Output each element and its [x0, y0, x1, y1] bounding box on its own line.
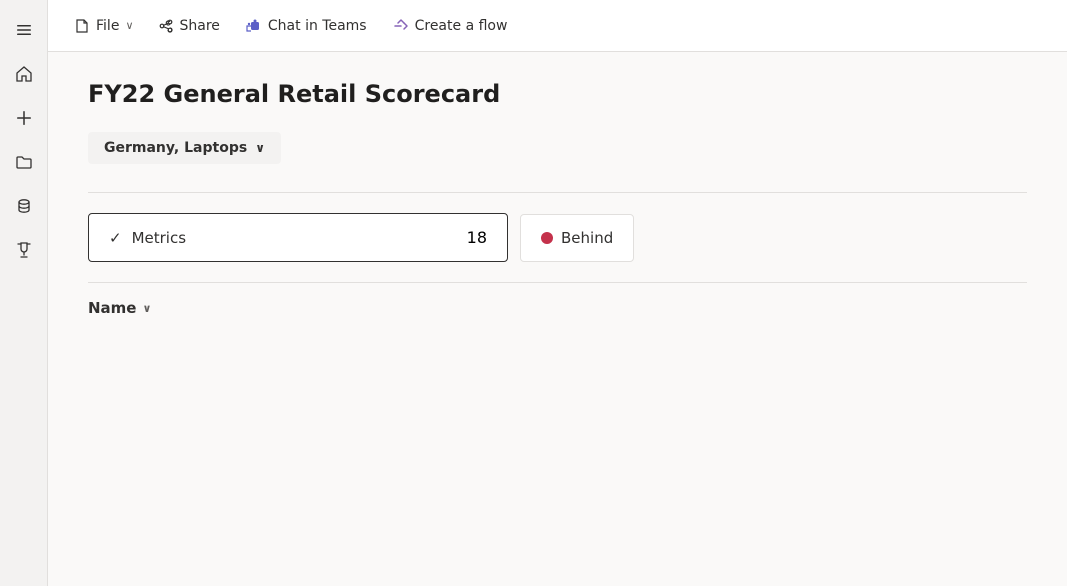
database-icon[interactable] [6, 188, 42, 224]
filter-chevron-icon: ∨ [255, 141, 265, 155]
name-row: Name ∨ [88, 299, 1027, 317]
chat-label: Chat in Teams [268, 18, 367, 34]
trophy-icon[interactable] [6, 232, 42, 268]
file-icon [74, 18, 90, 34]
share-label: Share [180, 18, 220, 34]
behind-tab[interactable]: Behind [520, 214, 634, 262]
metrics-label: Metrics [132, 229, 186, 247]
behind-dot-icon [541, 232, 553, 244]
name-chevron-icon[interactable]: ∨ [142, 302, 151, 315]
metrics-count: 18 [467, 228, 487, 247]
bottom-divider [88, 282, 1027, 283]
tab-row: ✓ Metrics 18 Behind [88, 213, 1027, 262]
toolbar: File ∨ Share [48, 0, 1067, 52]
share-icon [158, 18, 174, 34]
home-icon[interactable] [6, 56, 42, 92]
create-flow-button[interactable]: Create a flow [381, 11, 518, 41]
folder-icon[interactable] [6, 144, 42, 180]
page-content: FY22 General Retail Scorecard Germany, L… [48, 52, 1067, 586]
checkmark-icon: ✓ [109, 229, 122, 247]
section-divider [88, 192, 1027, 193]
filter-dropdown[interactable]: Germany, Laptops ∨ [88, 132, 281, 164]
file-menu[interactable]: File ∨ [64, 12, 144, 40]
flow-label: Create a flow [415, 18, 508, 34]
teams-icon [244, 17, 262, 35]
file-label: File [96, 18, 119, 34]
behind-label: Behind [561, 229, 613, 247]
hamburger-menu-icon[interactable] [6, 12, 42, 48]
name-column-label: Name [88, 299, 136, 317]
share-button[interactable]: Share [148, 12, 230, 40]
chat-in-teams-button[interactable]: Chat in Teams [234, 11, 377, 41]
add-icon[interactable] [6, 100, 42, 136]
filter-label: Germany, Laptops [104, 140, 247, 156]
flow-icon [391, 17, 409, 35]
main-content: File ∨ Share [48, 0, 1067, 586]
page-title: FY22 General Retail Scorecard [88, 80, 1027, 108]
metrics-tab-left: ✓ Metrics [109, 229, 186, 247]
metrics-tab[interactable]: ✓ Metrics 18 [88, 213, 508, 262]
sidebar [0, 0, 48, 586]
file-chevron: ∨ [125, 19, 133, 32]
